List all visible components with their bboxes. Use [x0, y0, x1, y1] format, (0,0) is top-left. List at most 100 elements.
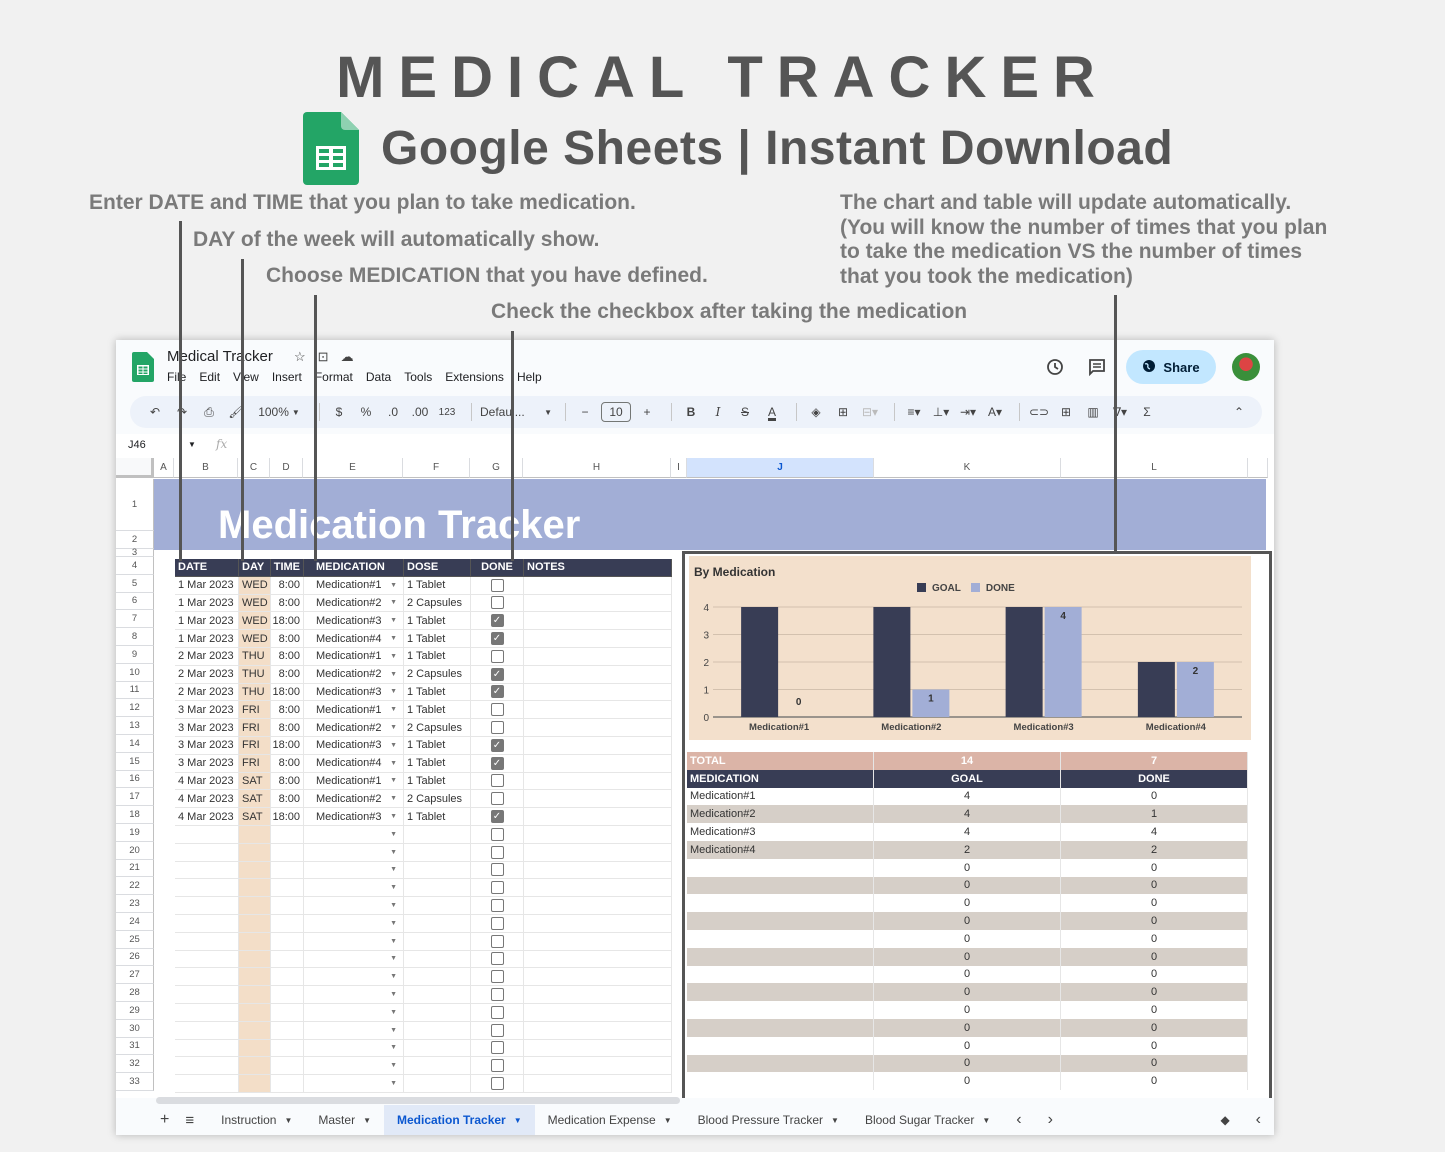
cell-date[interactable] [175, 861, 239, 880]
zoom-select[interactable]: 100% ▼ [252, 400, 306, 424]
cell-medication[interactable]: ▼ [304, 861, 404, 880]
cell-medication[interactable]: Medication#3 ▼ [304, 808, 404, 826]
increase-decimal-button[interactable]: .00 [409, 400, 431, 424]
cell-dose[interactable]: 1 Tablet [404, 737, 471, 755]
cell-dose[interactable]: 1 Tablet [404, 576, 471, 595]
comments-icon[interactable] [1084, 354, 1110, 380]
cell-medication[interactable]: Medication#3 ▼ [304, 612, 404, 631]
cell-done[interactable] [471, 843, 524, 862]
cell-time[interactable] [271, 1039, 304, 1058]
row-header-33[interactable]: 33 [116, 1073, 154, 1091]
cell-dose[interactable] [404, 1039, 471, 1058]
cell-medication[interactable]: ▼ [304, 950, 404, 969]
cell-notes[interactable] [524, 1039, 672, 1058]
column-header-f[interactable]: F [403, 458, 470, 478]
cell-date[interactable] [175, 915, 239, 933]
cell-date[interactable]: 2 Mar 2023 [175, 665, 239, 684]
cell-dose[interactable] [404, 915, 471, 933]
cell-notes[interactable] [524, 826, 672, 844]
dropdown-caret-icon[interactable]: ▼ [390, 1044, 397, 1051]
cell-dose[interactable]: 2 Capsules [404, 594, 471, 613]
cell-notes[interactable] [524, 683, 672, 702]
cell-date[interactable]: 3 Mar 2023 [175, 737, 239, 755]
borders-icon[interactable]: ⊞ [832, 400, 854, 424]
decrease-font-size-button[interactable]: − [574, 400, 596, 424]
checkbox-unchecked[interactable] [490, 952, 504, 966]
cell-day[interactable] [239, 1004, 271, 1022]
checkbox-unchecked[interactable] [490, 703, 504, 717]
cell-date[interactable]: 4 Mar 2023 [175, 772, 239, 791]
cell-done[interactable] [471, 932, 524, 951]
checkbox-unchecked[interactable] [490, 1059, 504, 1073]
text-rotation-icon[interactable]: A▾ [984, 400, 1006, 424]
cell-day[interactable] [239, 1021, 271, 1040]
cell-day[interactable]: WED [239, 612, 271, 631]
cell-done[interactable] [471, 1021, 524, 1040]
cell-done[interactable] [471, 1075, 524, 1093]
insert-chart-icon[interactable]: ▥ [1082, 400, 1104, 424]
cell-dose[interactable] [404, 1075, 471, 1093]
by-medication-chart[interactable]: By Medication GOAL DONE 0 1 2 3 4 0 Medication… [689, 556, 1251, 740]
cell-day[interactable] [239, 861, 271, 880]
checkbox-checked[interactable]: ✓ [490, 810, 504, 824]
cell-dose[interactable] [404, 950, 471, 969]
cell-time[interactable]: 8:00 [271, 754, 304, 773]
cell-medication[interactable]: ▼ [304, 915, 404, 933]
column-header-e[interactable]: E [303, 458, 403, 478]
user-avatar[interactable] [1232, 353, 1260, 381]
sheet-tab-medication-expense[interactable]: Medication Expense ▼ [535, 1105, 685, 1135]
checkbox-unchecked[interactable] [490, 845, 504, 859]
cell-day[interactable] [239, 879, 271, 898]
cell-date[interactable] [175, 932, 239, 951]
cell-day[interactable]: SAT [239, 808, 271, 826]
cell-time[interactable]: 8:00 [271, 630, 304, 648]
cell-notes[interactable] [524, 808, 672, 826]
cell-medication[interactable]: Medication#2 ▼ [304, 790, 404, 809]
cell-medication[interactable]: ▼ [304, 968, 404, 987]
cell-medication[interactable]: ▼ [304, 826, 404, 844]
dropdown-caret-icon[interactable]: ▼ [390, 599, 397, 606]
italic-button[interactable]: I [707, 400, 729, 424]
cell-done[interactable] [471, 1004, 524, 1022]
cell-notes[interactable] [524, 1004, 672, 1022]
checkbox-unchecked[interactable] [490, 578, 504, 592]
checkbox-unchecked[interactable] [490, 649, 504, 663]
cell-dose[interactable] [404, 932, 471, 951]
cell-time[interactable] [271, 968, 304, 987]
row-header-15[interactable]: 15 [116, 752, 154, 771]
row-header-4[interactable]: 4 [116, 557, 154, 575]
dropdown-caret-icon[interactable]: ▼ [390, 1009, 397, 1016]
strikethrough-icon[interactable]: S [734, 400, 756, 424]
cell-day[interactable]: SAT [239, 772, 271, 791]
cell-time[interactable] [271, 950, 304, 969]
cell-notes[interactable] [524, 1021, 672, 1040]
sheet-tab-blood-pressure-tracker[interactable]: Blood Pressure Tracker ▼ [685, 1105, 852, 1135]
cell-notes[interactable] [524, 986, 672, 1004]
dropdown-caret-icon[interactable]: ▼ [390, 582, 397, 589]
cell-notes[interactable] [524, 897, 672, 915]
bold-button[interactable]: B [680, 400, 702, 424]
text-color-icon[interactable]: A [761, 400, 783, 424]
horizontal-align-icon[interactable]: ≡▾ [903, 400, 925, 424]
cell-notes[interactable] [524, 843, 672, 862]
checkbox-checked[interactable]: ✓ [490, 685, 504, 699]
cell-date[interactable]: 3 Mar 2023 [175, 719, 239, 737]
dropdown-caret-icon[interactable]: ▼ [390, 831, 397, 838]
cell-time[interactable]: 18:00 [271, 737, 304, 755]
dropdown-caret-icon[interactable]: ▼ [390, 795, 397, 802]
checkbox-unchecked[interactable] [490, 881, 504, 895]
filter-icon[interactable]: ∇▾ [1109, 400, 1131, 424]
dropdown-caret-icon[interactable]: ▼ [390, 1080, 397, 1087]
decrease-decimal-button[interactable]: .0 [382, 400, 404, 424]
cell-medication[interactable]: ▼ [304, 932, 404, 951]
font-size-input[interactable]: 10 [601, 400, 631, 424]
cell-done[interactable] [471, 986, 524, 1004]
checkbox-unchecked[interactable] [490, 792, 504, 806]
cell-medication[interactable]: ▼ [304, 843, 404, 862]
cell-notes[interactable] [524, 594, 672, 613]
cell-date[interactable] [175, 897, 239, 915]
cell-day[interactable] [239, 915, 271, 933]
checkbox-unchecked[interactable] [490, 970, 504, 984]
checkbox-unchecked[interactable] [490, 899, 504, 913]
row-header-10[interactable]: 10 [116, 663, 154, 682]
